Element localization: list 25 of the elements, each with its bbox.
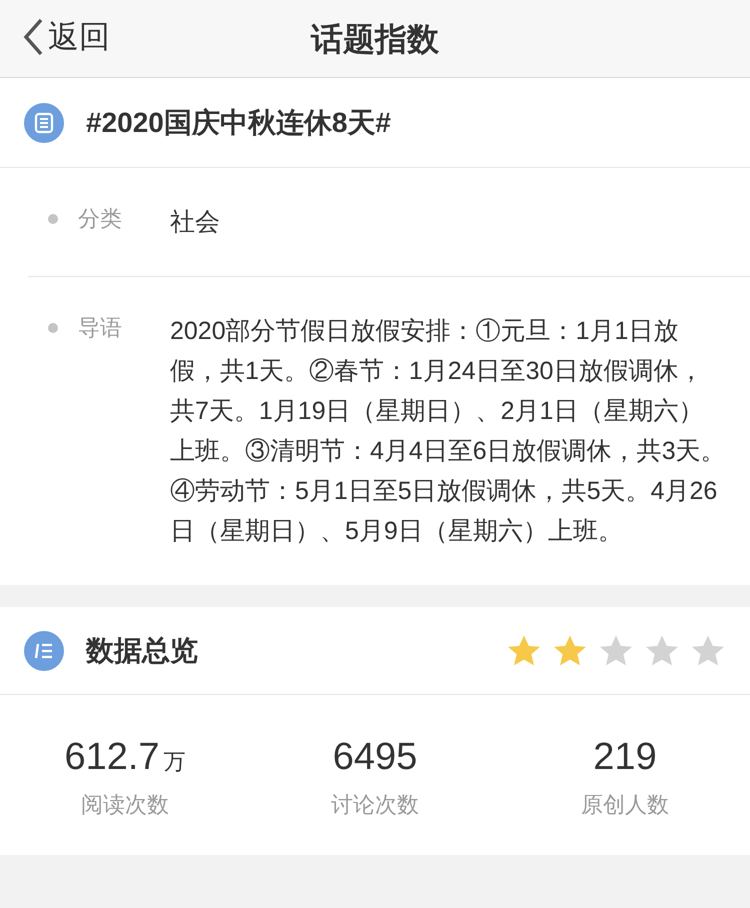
stat-label: 讨论次数	[331, 791, 419, 819]
stat-value: 219	[593, 735, 657, 780]
back-button[interactable]: 返回	[22, 14, 110, 60]
section-title: 数据总览	[86, 634, 198, 668]
stat-label: 阅读次数	[81, 791, 169, 819]
bullet-icon	[48, 323, 58, 333]
detail-value: 2020部分节假日放假安排：①元旦：1月1日放假，共1天。②春节：1月24日至30日放假调休，共7天。1月19日（星期日）、2月1日（星期六）上班。③清明节：4月4日至6日放假调休，共3天。④劳动节：5月1日至5日放假调休，共5天。4月26日（星期日）、5月9日（星期六）上班。	[170, 316, 726, 547]
stat-value: 612.7	[64, 735, 160, 780]
list-icon	[24, 630, 64, 670]
page-title: 话题指数	[311, 20, 439, 58]
star-icon	[644, 634, 680, 668]
star-icon	[690, 634, 726, 668]
detail-label: 分类	[78, 205, 123, 233]
star-icon	[552, 634, 588, 668]
star-icon	[506, 634, 542, 668]
bullet-icon	[48, 214, 58, 224]
star-icon	[598, 634, 634, 668]
stat-unit: 万	[164, 748, 186, 776]
detail-value: 社会	[170, 207, 221, 238]
topic-title: #2020国庆中秋连休8天#	[86, 106, 392, 140]
stat-label: 原创人数	[581, 791, 669, 819]
detail-label: 导语	[78, 314, 123, 342]
list-icon	[24, 102, 64, 142]
back-icon	[22, 17, 44, 58]
stat-value: 6495	[332, 735, 418, 780]
